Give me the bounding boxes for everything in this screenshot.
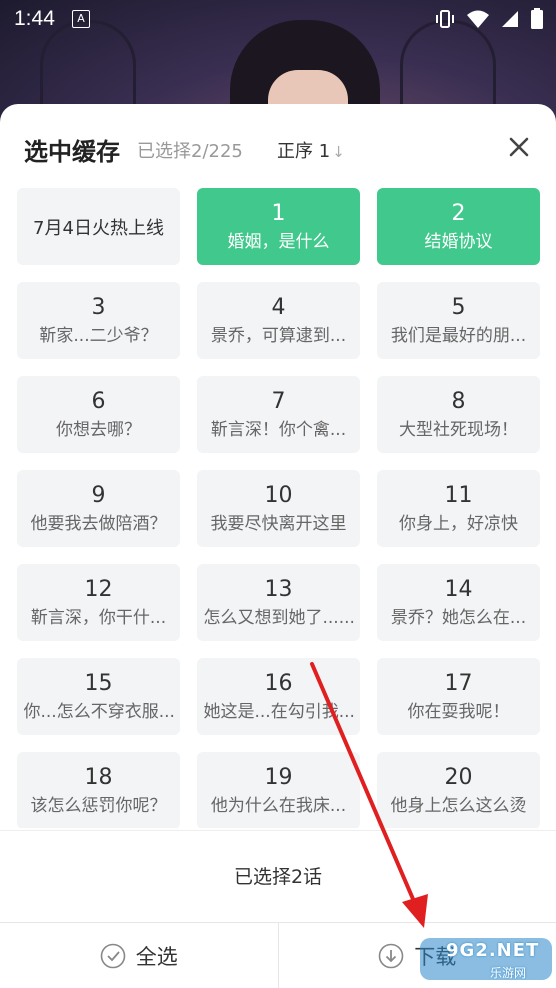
- sheet-header: 选中缓存 已选择2/225 正序 1 ↓: [0, 104, 556, 188]
- check-circle-icon: [100, 943, 126, 969]
- status-bar: 1:44 A: [0, 0, 556, 38]
- episode-title: 结婚协议: [424, 231, 493, 252]
- episode-tile[interactable]: 1 婚姻，是什么: [197, 188, 360, 265]
- episode-number: 4: [271, 294, 286, 320]
- episode-number: 9: [91, 482, 106, 508]
- episode-number: 15: [84, 670, 113, 696]
- episode-tile[interactable]: 2 结婚协议: [377, 188, 540, 265]
- episode-tile[interactable]: 13 怎么又想到她了......: [197, 564, 360, 641]
- episode-tile[interactable]: 20 他身上怎么这么烫: [377, 752, 540, 828]
- episode-tile[interactable]: 15 你...怎么不穿衣服...: [17, 658, 180, 735]
- episode-title: 他为什么在我床...: [210, 795, 347, 816]
- release-info-label: 7月4日火热上线: [33, 217, 164, 239]
- episode-number: 1: [271, 200, 286, 226]
- episode-tile[interactable]: 7 靳言深！你个禽...: [197, 376, 360, 453]
- episode-tile[interactable]: 19 他为什么在我床...: [197, 752, 360, 828]
- episode-number: 19: [264, 764, 293, 790]
- sort-arrow-icon: ↓: [332, 143, 345, 161]
- episode-number: 13: [264, 576, 293, 602]
- episode-tile[interactable]: 5 我们是最好的朋...: [377, 282, 540, 359]
- episode-number: 6: [91, 388, 106, 414]
- episode-title: 她这是...在勾引我...: [203, 701, 354, 722]
- episode-tile[interactable]: 8 大型社死现场！: [377, 376, 540, 453]
- episode-number: 5: [451, 294, 466, 320]
- select-all-label: 全选: [135, 945, 178, 969]
- episode-title: 靳家...二少爷？: [39, 325, 158, 346]
- episode-tile[interactable]: 3 靳家...二少爷？: [17, 282, 180, 359]
- episode-title: 婚姻，是什么: [227, 231, 330, 252]
- episode-number: 11: [444, 482, 473, 508]
- status-icons: [434, 8, 544, 30]
- episode-tile[interactable]: 6 你想去哪？: [17, 376, 180, 453]
- episode-title: 靳言深！你个禽...: [210, 419, 347, 440]
- wifi-icon: [467, 10, 489, 28]
- episode-number: 20: [444, 764, 473, 790]
- watermark-text: 9G2.NET: [446, 940, 540, 961]
- episode-number: 3: [91, 294, 106, 320]
- episode-number: 2: [451, 200, 466, 226]
- sim-icon: A: [72, 10, 90, 28]
- episode-tile[interactable]: 11 你身上，好凉快: [377, 470, 540, 547]
- episode-title: 靳言深，你干什...: [30, 607, 167, 628]
- vibrate-icon: [436, 10, 454, 28]
- episode-title: 该怎么惩罚你呢？: [30, 795, 167, 816]
- download-icon: [378, 943, 404, 969]
- select-all-button[interactable]: 全选: [0, 923, 278, 988]
- episode-title: 景乔，可算逮到...: [210, 325, 347, 346]
- episode-title: 你身上，好凉快: [399, 513, 518, 534]
- episode-number: 12: [84, 576, 113, 602]
- selected-count: 已选择2/225: [137, 141, 243, 162]
- sort-toggle[interactable]: 正序 1 ↓: [277, 137, 345, 163]
- episode-tile[interactable]: 16 她这是...在勾引我...: [197, 658, 360, 735]
- episode-title: 我要尽快离开这里: [210, 513, 347, 534]
- episode-title: 我们是最好的朋...: [390, 325, 527, 346]
- watermark-subtext: 乐游网: [490, 966, 527, 980]
- status-time: 1:44: [14, 7, 55, 30]
- episode-title: 你想去哪？: [56, 419, 141, 440]
- episode-tile[interactable]: 12 靳言深，你干什...: [17, 564, 180, 641]
- episode-title: 景乔？她怎么在...: [390, 607, 527, 628]
- episode-number: 16: [264, 670, 293, 696]
- signal-icon: [502, 11, 518, 27]
- selection-summary: 已选择2话: [0, 830, 556, 923]
- release-info-tile: 7月4日火热上线: [17, 188, 180, 265]
- episode-tile[interactable]: 17 你在耍我呢！: [377, 658, 540, 735]
- episode-title: 你在耍我呢！: [407, 701, 510, 722]
- episode-title: 他身上怎么这么烫: [390, 795, 527, 816]
- episode-tile[interactable]: 18 该怎么惩罚你呢？: [17, 752, 180, 828]
- episode-tile[interactable]: 14 景乔？她怎么在...: [377, 564, 540, 641]
- episode-number: 7: [271, 388, 286, 414]
- episode-tile[interactable]: 4 景乔，可算逮到...: [197, 282, 360, 359]
- episode-title: 大型社死现场！: [399, 419, 518, 440]
- episode-tile[interactable]: 9 他要我去做陪酒？: [17, 470, 180, 547]
- selection-summary-text: 已选择2话: [233, 866, 323, 888]
- cache-selection-sheet: 选中缓存 已选择2/225 正序 1 ↓ 7月4日火热上线 1 婚姻，是什么 2 结婚协…: [0, 104, 556, 988]
- episode-number: 8: [451, 388, 466, 414]
- battery-icon: [531, 8, 543, 29]
- episode-number: 10: [264, 482, 293, 508]
- close-icon[interactable]: [504, 132, 534, 162]
- episode-number: 14: [444, 576, 473, 602]
- episode-title: 你...怎么不穿衣服...: [23, 701, 174, 722]
- episode-title: 怎么又想到她了......: [203, 607, 354, 628]
- episode-title: 他要我去做陪酒？: [30, 513, 167, 534]
- episode-number: 18: [84, 764, 113, 790]
- sheet-title: 选中缓存: [24, 138, 120, 166]
- sort-label: 正序 1: [277, 141, 331, 162]
- episode-tile[interactable]: 10 我要尽快离开这里: [197, 470, 360, 547]
- episode-number: 17: [444, 670, 473, 696]
- episode-grid: 7月4日火热上线 1 婚姻，是什么 2 结婚协议 3 靳家...二少爷？ 4 景乔，可算逮到.…: [17, 188, 540, 828]
